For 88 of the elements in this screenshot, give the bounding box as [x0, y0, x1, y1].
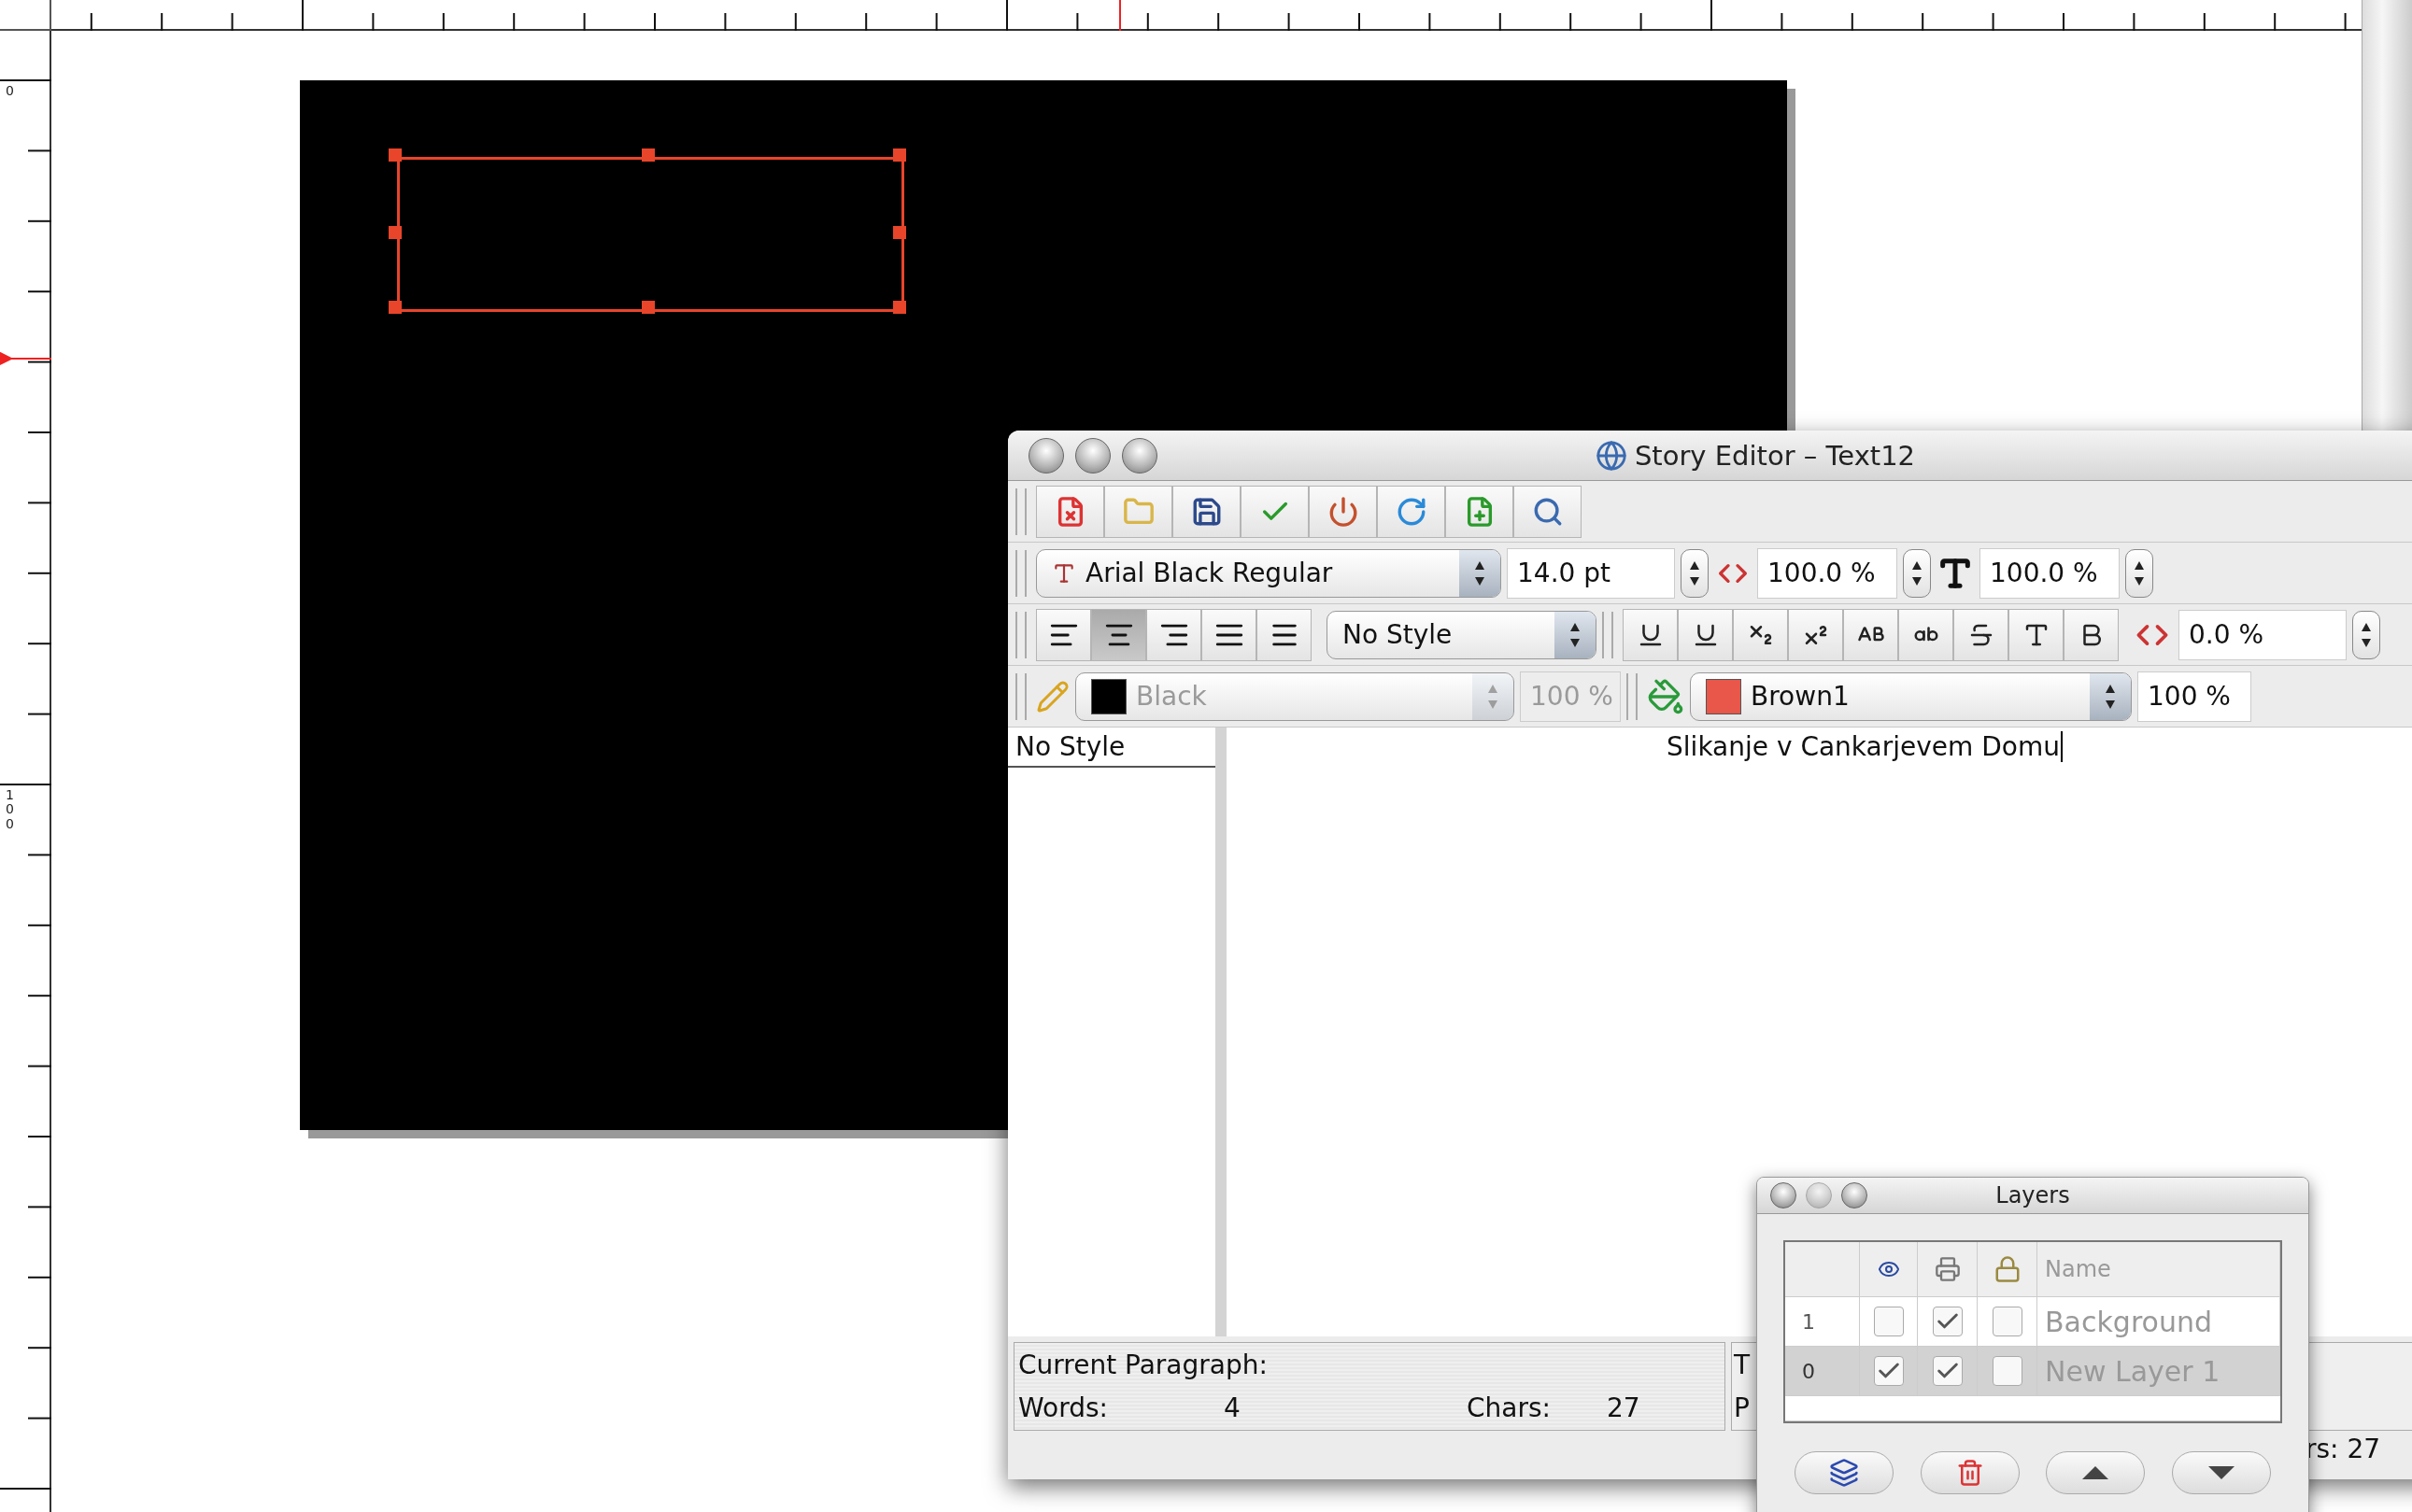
resize-handle[interactable]	[389, 148, 402, 162]
story-text[interactable]: Slikanje v Cankarjevem Domu	[1667, 731, 2063, 762]
window-control[interactable]	[1029, 437, 1064, 473]
window-title: Story Editor – Text12	[1634, 439, 1916, 472]
font-dropdown[interactable]: Arial Black Regular	[1036, 548, 1501, 598]
format-button[interactable]	[1898, 608, 1953, 661]
color-dropdown[interactable]: Brown1	[1690, 671, 2132, 721]
format-button[interactable]	[1678, 608, 1733, 661]
raise-layer-button[interactable]	[2046, 1451, 2146, 1494]
resize-handle[interactable]	[893, 301, 906, 314]
checkbox[interactable]	[1873, 1307, 1904, 1336]
layer-number: 1	[1801, 1309, 1815, 1334]
layers-icon	[1829, 1458, 1859, 1488]
checkbox[interactable]	[1932, 1356, 1963, 1386]
alignment-button[interactable]	[1091, 608, 1146, 661]
resize-handle[interactable]	[389, 301, 402, 314]
layer-number: 0	[1801, 1359, 1815, 1383]
pencil-icon	[1036, 679, 1070, 714]
words-label: Words:	[1018, 1392, 1108, 1424]
width-scale-field[interactable]: 100.0 %	[1757, 547, 1897, 599]
window-control[interactable]	[1122, 437, 1157, 473]
fill-shade-field[interactable]: 100 %	[2137, 671, 2251, 722]
toolbar-button[interactable]	[1309, 485, 1377, 538]
resize-handle[interactable]	[389, 226, 402, 239]
resize-handle[interactable]	[642, 148, 655, 162]
layer-row[interactable]: 1 Background	[1785, 1297, 2280, 1347]
window-control[interactable]	[1841, 1182, 1867, 1208]
font-size-field[interactable]: 14.0 pt	[1507, 547, 1675, 599]
chars-label: Chars:	[1467, 1392, 1551, 1424]
delete-layer-button[interactable]	[1920, 1451, 2020, 1494]
ruler-label: 0	[6, 84, 14, 99]
printer-icon	[1934, 1256, 1961, 1282]
status-text: T	[1734, 1349, 1751, 1380]
tracking-field[interactable]: 0.0 %	[2178, 609, 2347, 660]
up-triangle-icon	[2080, 1464, 2111, 1481]
window-control[interactable]	[1770, 1182, 1796, 1208]
stepper[interactable]	[1681, 548, 1709, 598]
status-text: P	[1734, 1392, 1750, 1424]
stepper[interactable]	[2352, 610, 2380, 659]
words-count: 4	[1224, 1392, 1241, 1424]
resize-handle[interactable]	[893, 226, 906, 239]
globe-icon	[1595, 439, 1627, 472]
status-heading: Current Paragraph:	[1018, 1349, 1268, 1380]
selection-frame[interactable]	[397, 157, 904, 312]
layer-row[interactable]: 0 New Layer 1	[1785, 1347, 2280, 1396]
format-button[interactable]	[2008, 608, 2064, 661]
toolbar-button[interactable]	[1036, 485, 1104, 538]
window-control[interactable]	[1075, 437, 1111, 473]
toolbar-grip[interactable]	[1015, 672, 1027, 720]
format-button[interactable]	[1953, 608, 2008, 661]
alignment-button[interactable]	[1146, 608, 1201, 661]
toolbar-button[interactable]	[1513, 485, 1582, 538]
color-swatch	[1091, 678, 1127, 714]
format-button[interactable]	[2064, 608, 2119, 661]
format-button[interactable]	[1623, 608, 1678, 661]
height-scale-field[interactable]: 100.0 %	[1979, 547, 2120, 599]
format-button[interactable]	[1733, 608, 1788, 661]
toolbar-grip[interactable]	[1015, 488, 1027, 535]
resize-handle[interactable]	[893, 148, 906, 162]
checkbox[interactable]	[1992, 1307, 2022, 1336]
toolbar-grip[interactable]	[1015, 611, 1027, 658]
toolbar-button[interactable]	[1377, 485, 1445, 538]
checkbox[interactable]	[1992, 1356, 2022, 1386]
alignment-button[interactable]	[1036, 608, 1091, 661]
paint-bucket-icon	[1647, 677, 1684, 715]
style-list-item[interactable]: No Style	[1008, 728, 1215, 768]
toolbar-button[interactable]	[1445, 485, 1513, 538]
toolbar-grip[interactable]	[1626, 672, 1638, 720]
color-swatch	[1706, 678, 1741, 714]
lower-layer-button[interactable]	[2171, 1451, 2271, 1494]
chars-count: 27	[1607, 1392, 1640, 1424]
checkbox[interactable]	[1873, 1356, 1904, 1386]
ruler-label: 100	[6, 788, 14, 832]
alignment-button[interactable]	[1256, 608, 1312, 661]
panel-title: Layers	[1995, 1182, 2070, 1208]
stepper[interactable]	[2125, 548, 2153, 598]
paragraph-style-dropdown[interactable]: No Style	[1327, 610, 1596, 659]
resize-handle[interactable]	[642, 301, 655, 314]
checkbox[interactable]	[1932, 1307, 1963, 1336]
scrollbar[interactable]	[2362, 0, 2412, 431]
new-layer-button[interactable]	[1795, 1451, 1894, 1494]
format-button[interactable]	[1788, 608, 1843, 661]
format-button[interactable]	[1843, 608, 1898, 661]
toolbar-grip[interactable]	[1602, 611, 1613, 658]
stepper[interactable]	[1903, 548, 1931, 598]
toolbar-grip[interactable]	[1015, 549, 1027, 597]
toolbar-button[interactable]	[1172, 485, 1241, 538]
alignment-button[interactable]	[1201, 608, 1256, 661]
